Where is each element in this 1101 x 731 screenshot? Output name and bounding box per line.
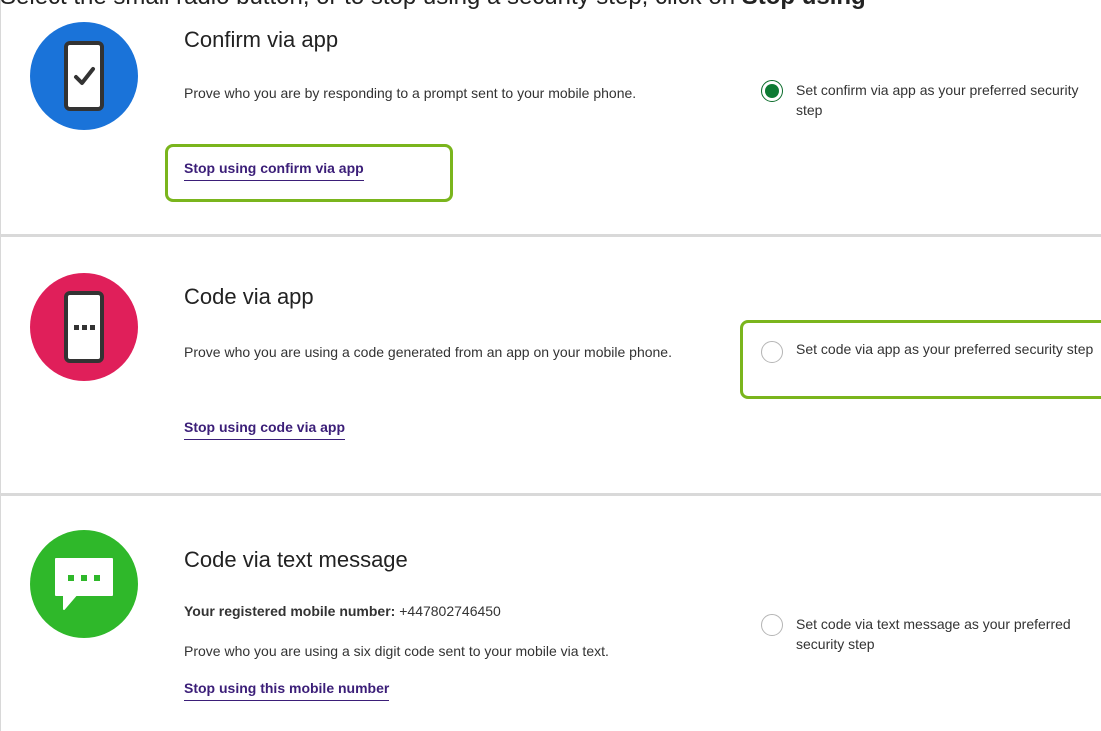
stop-using-mobile-number-link[interactable]: Stop using this mobile number (184, 680, 390, 701)
method-code-via-text: Code via text message Your registered mo… (0, 496, 1101, 731)
method-confirm-via-app: Confirm via app Prove who you are by res… (0, 0, 1101, 236)
registered-number-line: Your registered mobile number: +44780274… (184, 602, 744, 621)
method-description: Prove who you are by responding to a pro… (184, 85, 637, 101)
registered-number-value: +447802746450 (399, 603, 501, 619)
radio-label-code-via-app[interactable]: Set code via app as your preferred secur… (796, 339, 1096, 359)
radio-code-via-text[interactable] (761, 614, 783, 636)
method-description: Prove who you are using a six digit code… (184, 643, 609, 659)
message-bubble-icon (30, 530, 138, 638)
method-code-via-app: Code via app Prove who you are using a c… (0, 237, 1101, 494)
method-title: Code via text message (184, 547, 408, 572)
registered-number-label: Your registered mobile number: (184, 603, 396, 619)
phone-dots-icon (30, 273, 138, 381)
method-description: Prove who you are using a code generated… (184, 344, 672, 360)
phone-check-icon (30, 22, 138, 130)
stop-using-code-via-app-link[interactable]: Stop using code via app (184, 419, 346, 440)
highlight-box (740, 320, 1101, 399)
method-title: Code via app (184, 284, 314, 309)
radio-label-code-via-text[interactable]: Set code via text message as your prefer… (796, 614, 1086, 654)
radio-label-confirm-via-app[interactable]: Set confirm via app as your preferred se… (796, 80, 1096, 120)
highlight-box (165, 144, 453, 202)
radio-confirm-via-app[interactable] (761, 80, 783, 102)
method-title: Confirm via app (184, 27, 339, 52)
radio-code-via-app[interactable] (761, 341, 783, 363)
